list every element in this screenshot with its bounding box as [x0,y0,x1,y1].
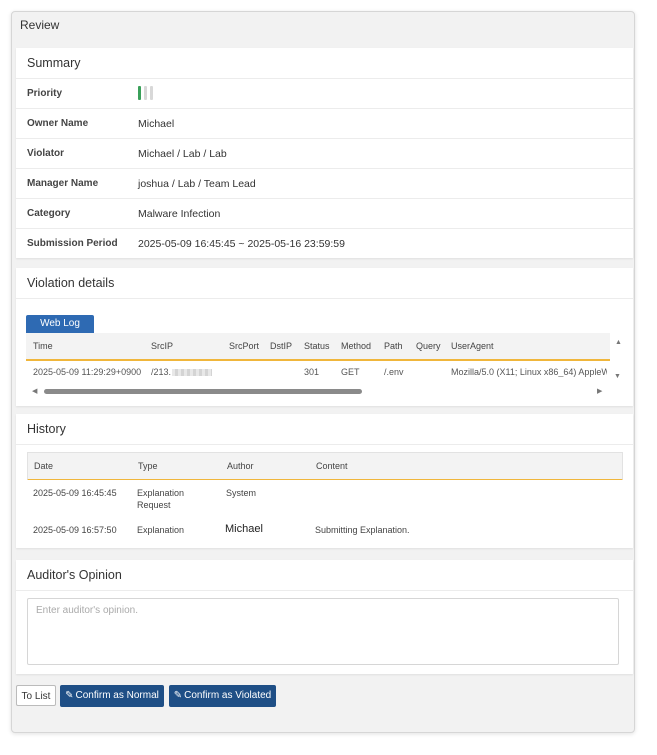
col-content: Content [316,461,348,471]
col-srcport[interactable]: SrcPort [229,341,259,351]
cell-srcip: /213. [151,367,213,377]
col-time[interactable]: Time [33,341,53,351]
cell-status: 301 [304,367,320,377]
cell-author: Michael [225,523,263,535]
priority-bar-2 [144,86,147,100]
summary-row: Manager Name joshua / Lab / Team Lead [16,168,633,199]
table-row[interactable]: 2025-05-09 11:29:29+0900 /213. 301 GET /… [26,361,610,385]
col-author: Author [227,461,254,471]
summary-title: Summary [27,56,81,70]
arrow-right-icon[interactable]: ▶ [597,387,602,395]
category-value: Malware Infection [138,208,221,220]
arrow-left-icon[interactable]: ◀ [32,387,37,395]
history-card: History Date Type Author Content 2025-05… [16,414,633,548]
col-path[interactable]: Path [384,341,403,351]
confirm-violated-label: Confirm as Violated [184,690,272,701]
owner-name-label: Owner Name [27,118,89,129]
col-status[interactable]: Status [304,341,330,351]
violation-details-card: Violation details Web Log Time SrcIP Src… [16,268,633,406]
scrollbar-thumb[interactable] [44,389,362,394]
submission-period-value: 2025-05-09 16:45:45 ~ 2025-05-16 23:59:5… [138,238,345,250]
owner-name-value: Michael [138,118,175,130]
violator-label: Violator [27,148,65,159]
summary-row: Owner Name Michael [16,108,633,139]
col-type: Type [138,461,158,471]
cell-author: System [226,488,257,498]
page-title: Review [20,18,60,32]
violation-details-title: Violation details [27,276,115,290]
to-list-button[interactable]: To List [16,685,56,706]
cell-content: Submitting Explanation. [315,525,410,535]
divider [16,590,633,591]
auditor-opinion-input[interactable] [27,598,619,665]
table-row: 2025-05-09 16:45:45 Explanation Request S… [27,480,623,516]
tab-web-log[interactable]: Web Log [26,315,94,333]
summary-row: Violator Michael / Lab / Lab [16,138,633,169]
col-srcip[interactable]: SrcIP [151,341,173,351]
cell-date: 2025-05-09 16:57:50 [33,525,117,535]
cell-useragent: Mozilla/5.0 (X11; Linux x86_64) AppleW [451,367,607,377]
submission-period-label: Submission Period [27,238,118,249]
confirm-normal-label: Confirm as Normal [75,690,159,701]
auditor-opinion-card: Auditor's Opinion [16,560,633,674]
cell-time: 2025-05-09 11:29:29+0900 [33,367,142,377]
confirm-normal-button[interactable]: ✎ Confirm as Normal [60,685,164,707]
weblog-table-header: Time SrcIP SrcPort DstIP Status Method P… [26,333,610,361]
violator-value: Michael / Lab / Lab [138,148,227,160]
col-date: Date [34,461,54,471]
pencil-icon: ✎ [65,690,74,701]
manager-name-value: joshua / Lab / Team Lead [138,178,256,190]
priority-bar-1 [138,86,141,100]
priority-bar-3 [150,86,153,100]
category-label: Category [27,208,71,219]
table-row: 2025-05-09 16:57:50 Explanation Michael … [27,518,623,544]
arrow-up-icon[interactable]: ▲ [615,339,622,346]
priority-indicator [138,86,158,102]
col-method[interactable]: Method [341,341,371,351]
summary-row: Submission Period 2025-05-09 16:45:45 ~ … [16,228,633,259]
cell-type: Explanation [137,525,185,535]
pencil-icon: ✎ [173,690,183,701]
history-title: History [27,422,66,436]
history-table-header: Date Type Author Content [27,452,623,481]
horizontal-scrollbar[interactable]: ◀ ▶ [26,387,610,395]
redacted-block [172,369,213,377]
cell-method: GET [341,367,360,377]
arrow-down-icon[interactable]: ▼ [614,373,621,380]
manager-name-label: Manager Name [27,178,99,189]
auditor-opinion-title: Auditor's Opinion [27,568,122,582]
cell-date: 2025-05-09 16:45:45 [33,488,117,498]
col-query[interactable]: Query [416,341,441,351]
priority-row: Priority [16,78,633,109]
col-useragent[interactable]: UserAgent [451,341,494,351]
priority-label: Priority [27,88,63,99]
cell-type: Explanation Request [137,488,185,510]
col-dstip[interactable]: DstIP [270,341,292,351]
summary-card: Summary Priority Owner Name Michael Viol… [16,48,633,258]
divider [16,298,633,299]
confirm-violated-button[interactable]: ✎ Confirm as Violated [169,685,276,707]
summary-row: Category Malware Infection [16,198,633,229]
review-panel: Review Summary Priority Owner Name Micha… [11,11,635,733]
divider [16,444,633,445]
cell-path: /.env [384,367,404,377]
